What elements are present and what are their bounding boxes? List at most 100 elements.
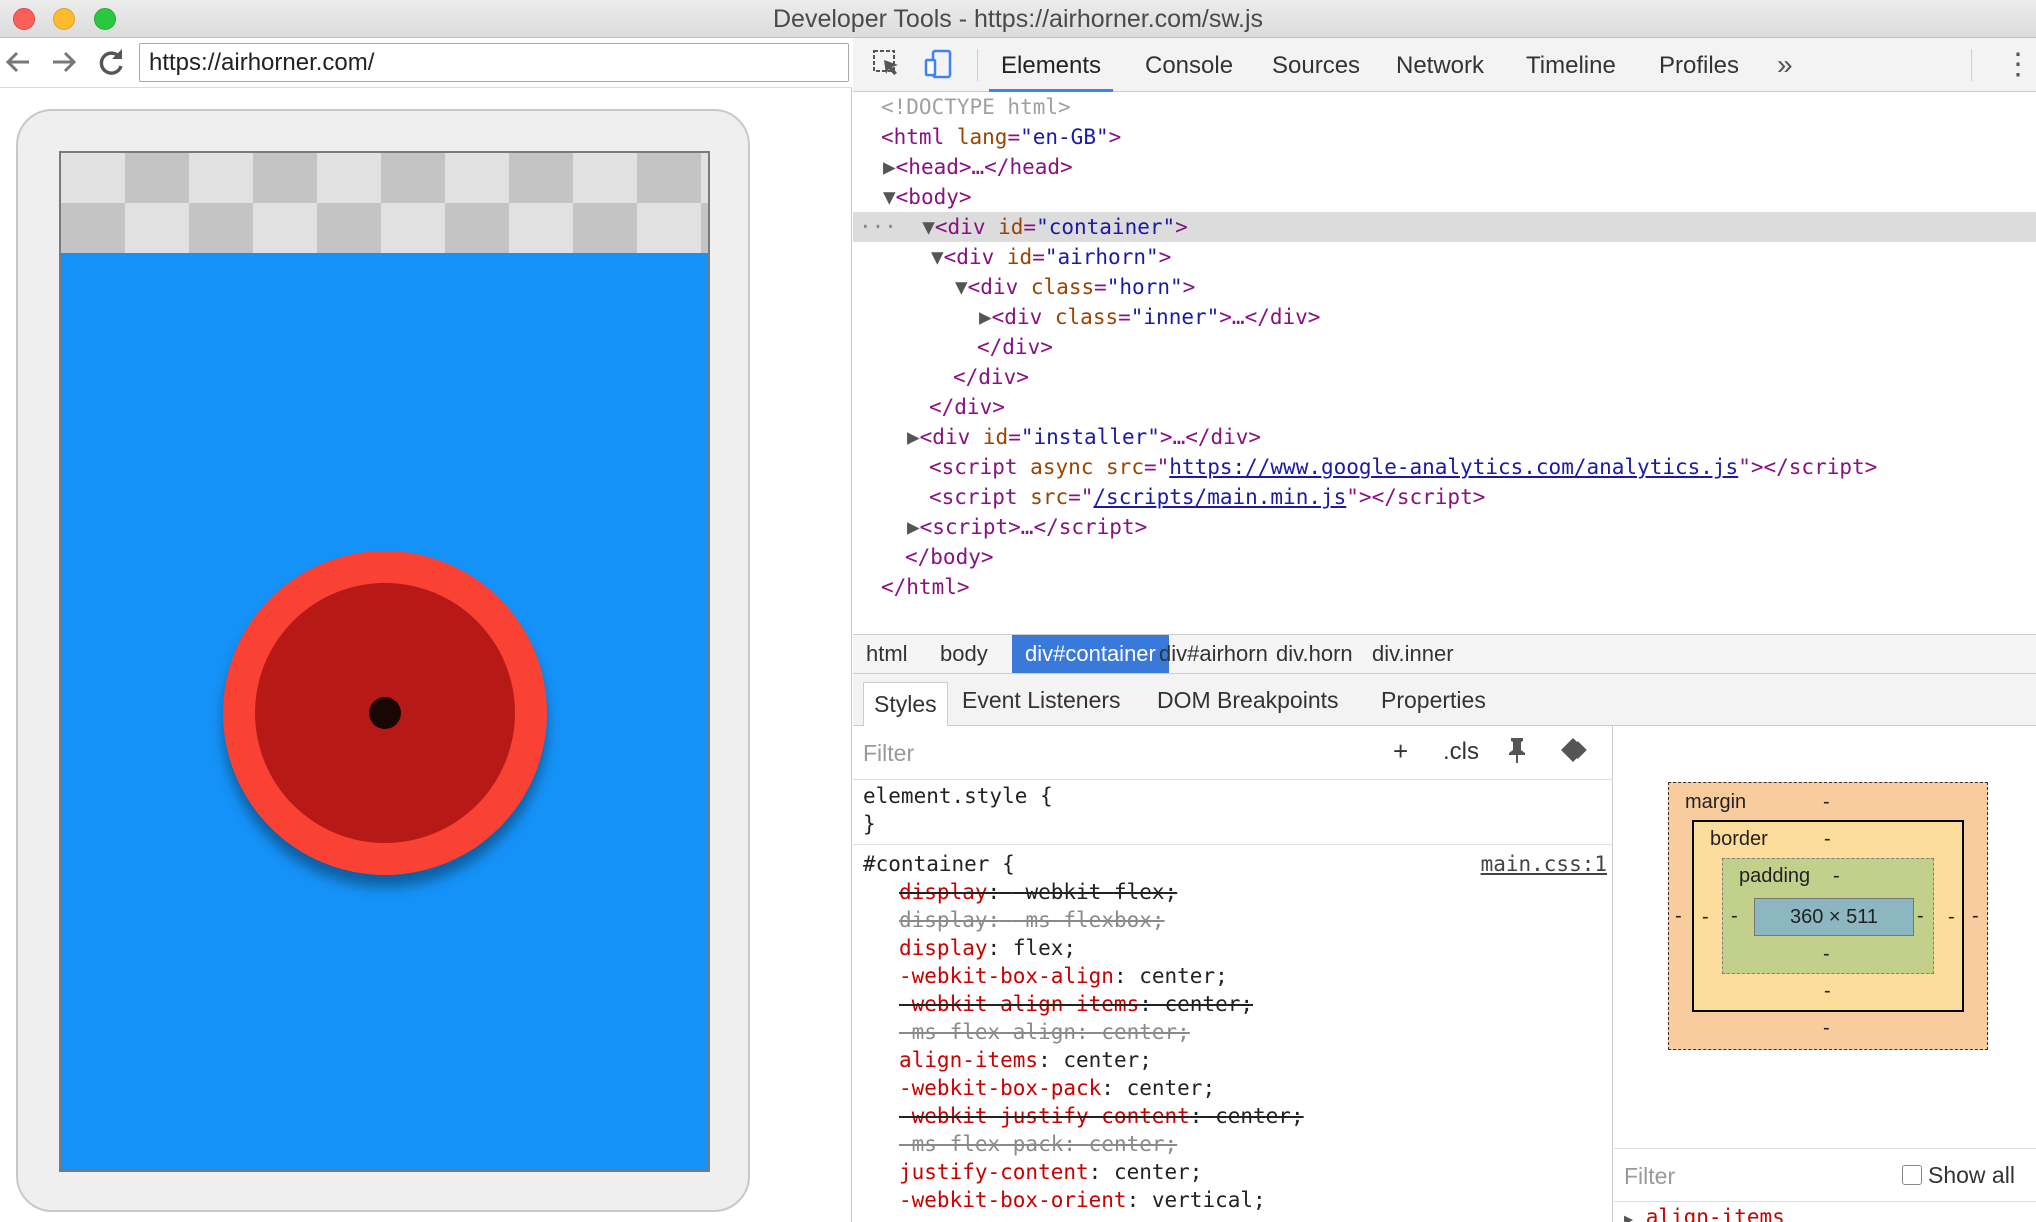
breadcrumb-div-inner[interactable]: div.inner <box>1359 635 1467 673</box>
margin-label: margin <box>1685 791 1747 813</box>
element-state-icon[interactable] <box>1559 736 1591 771</box>
breadcrumb-div-horn[interactable]: div.horn <box>1263 635 1366 673</box>
dom-node-horn[interactable]: ▼<div class="horn"> <box>853 272 2036 302</box>
style-declaration[interactable]: -webkit-box-pack: center; <box>899 1074 1215 1102</box>
computed-filter-row: Filter Show all <box>1614 1148 2036 1202</box>
tab-network[interactable]: Network <box>1396 38 1484 92</box>
margin-bottom-value[interactable]: - <box>1823 1017 1830 1040</box>
style-declaration[interactable]: -webkit-box-orient: vertical; <box>899 1186 1266 1214</box>
show-all-label[interactable]: Show all <box>1928 1162 2015 1189</box>
style-declaration[interactable]: display: -webkit-flex; <box>899 878 1177 906</box>
style-declaration[interactable]: -ms-flex-align: center; <box>899 1018 1190 1046</box>
airhorn-center-dot <box>369 697 401 729</box>
new-rule-button[interactable]: + <box>1393 736 1408 767</box>
reload-button[interactable] <box>93 44 129 80</box>
dom-node-inner[interactable]: ▶<div class="inner">…</div> <box>853 302 2036 332</box>
dom-close-horn[interactable]: </div> <box>853 332 2036 362</box>
style-declaration[interactable]: -webkit-box-align: center; <box>899 962 1228 990</box>
dom-tree[interactable]: <!DOCTYPE html> <html lang="en-GB"> ▶<he… <box>853 92 2036 634</box>
tab-event-listeners[interactable]: Event Listeners <box>952 674 1131 726</box>
window-titlebar: Developer Tools - https://airhorner.com/… <box>0 0 2036 38</box>
style-declaration[interactable]: display: flex; <box>899 934 1076 962</box>
device-frame <box>16 109 750 1212</box>
dom-node-installer[interactable]: ▶<div id="installer">…</div> <box>853 422 2036 452</box>
dom-close-airhorn[interactable]: </div> <box>853 362 2036 392</box>
container-selector[interactable]: #container { <box>863 850 1015 878</box>
forward-button[interactable] <box>46 44 82 80</box>
devtools-menu-icon[interactable]: ⋮ <box>2003 38 2033 92</box>
element-style-selector[interactable]: element.style { <box>863 782 1053 810</box>
devtools-panel: Elements Console Sources Network Timelin… <box>853 38 2036 1222</box>
sidebar-tabs: Styles Event Listeners DOM Breakpoints P… <box>853 674 2036 726</box>
styles-filter-row: Filter + .cls <box>853 726 1613 780</box>
computed-filter-input[interactable]: Filter <box>1624 1163 1675 1190</box>
dom-node-script-analytics[interactable]: <script async src="https://www.google-an… <box>853 452 2036 482</box>
style-declaration[interactable]: -ms-flex-pack: center; <box>899 1130 1177 1158</box>
computed-property-name: align-items <box>1645 1205 1785 1222</box>
styles-filter-input[interactable]: Filter <box>863 740 914 767</box>
tab-console[interactable]: Console <box>1145 38 1233 92</box>
style-declaration[interactable]: -webkit-justify-content: center; <box>899 1102 1304 1130</box>
border-bottom-value[interactable]: - <box>1824 980 1831 1003</box>
breadcrumb-body[interactable]: body <box>927 635 1001 673</box>
computed-property[interactable]: ▶ align-items center <box>1624 1204 1785 1222</box>
border-top-value[interactable]: - <box>1824 828 1831 851</box>
main-script-link[interactable]: /scripts/main.min.js <box>1093 485 1346 509</box>
margin-top-value[interactable]: - <box>1823 791 1830 814</box>
airhorn-button[interactable] <box>223 551 547 875</box>
tab-profiles[interactable]: Profiles <box>1659 38 1739 92</box>
dom-node-airhorn[interactable]: ▼<div id="airhorn"> <box>853 242 2036 272</box>
dom-node-script-main[interactable]: <script src="/scripts/main.min.js"></scr… <box>853 482 2036 512</box>
tab-elements[interactable]: Elements <box>989 38 1114 92</box>
dom-node-body[interactable]: ▼<body> <box>853 182 2036 212</box>
dom-node-script-inline[interactable]: ▶<script>…</script> <box>853 512 2036 542</box>
breadcrumb-div-airhorn[interactable]: div#airhorn <box>1146 635 1281 673</box>
toolbar-divider-right <box>1971 49 1972 81</box>
tab-styles[interactable]: Styles <box>863 682 948 726</box>
stylesheet-source-link[interactable]: main.css:1 <box>1481 850 1607 878</box>
dom-node-doctype[interactable]: <!DOCTYPE html> <box>853 92 2036 122</box>
devtools-toolbar: Elements Console Sources Network Timelin… <box>853 38 2036 92</box>
style-declaration[interactable]: display: -ms-flexbox; <box>899 906 1165 934</box>
border-left-value[interactable]: - <box>1702 906 1709 929</box>
style-rules[interactable]: element.style { } #container { main.css:… <box>853 780 1613 1222</box>
padding-left-value[interactable]: - <box>1731 905 1738 928</box>
style-declaration[interactable]: align-items: center; <box>899 1046 1152 1074</box>
breadcrumb: html body div#container div#airhorn div.… <box>853 634 2036 674</box>
border-label: border <box>1710 828 1768 850</box>
dom-node-container[interactable]: ··· ▼<div id="container"> <box>853 212 2036 242</box>
margin-left-value[interactable]: - <box>1675 905 1682 928</box>
device-mode-icon[interactable] <box>923 48 955 80</box>
border-right-value[interactable]: - <box>1948 906 1955 929</box>
box-model-content-size[interactable]: 360 × 511 <box>1754 898 1914 936</box>
url-input[interactable]: https://airhorner.com/ <box>139 43 849 82</box>
pin-icon[interactable] <box>1505 736 1529 771</box>
class-toggle-button[interactable]: .cls <box>1443 738 1479 766</box>
tab-timeline[interactable]: Timeline <box>1526 38 1616 92</box>
dom-close-body[interactable]: </body> <box>853 542 2036 572</box>
arrow-right-icon <box>53 51 77 73</box>
dom-node-html[interactable]: <html lang="en-GB"> <box>853 122 2036 152</box>
margin-right-value[interactable]: - <box>1972 905 1979 928</box>
dom-close-html[interactable]: </html> <box>853 572 2036 602</box>
reload-icon <box>99 49 123 75</box>
dom-close-container[interactable]: </div> <box>853 392 2036 422</box>
more-tabs-icon[interactable]: » <box>1777 38 1793 92</box>
breadcrumb-html[interactable]: html <box>853 635 921 673</box>
tab-dom-breakpoints[interactable]: DOM Breakpoints <box>1147 674 1349 726</box>
tab-properties[interactable]: Properties <box>1371 674 1496 726</box>
padding-top-value[interactable]: - <box>1833 865 1840 888</box>
style-declaration[interactable]: -webkit-align-items: center; <box>899 990 1253 1018</box>
padding-bottom-value[interactable]: - <box>1823 943 1830 966</box>
padding-right-value[interactable]: - <box>1917 905 1924 928</box>
analytics-script-link[interactable]: https://www.google-analytics.com/analyti… <box>1169 455 1738 479</box>
back-button[interactable] <box>0 44 36 80</box>
window-title: Developer Tools - https://airhorner.com/… <box>772 5 1264 33</box>
device-screen <box>59 151 710 1172</box>
inspect-element-icon[interactable] <box>871 48 903 80</box>
dom-node-head[interactable]: ▶<head>…</head> <box>853 152 2036 182</box>
style-declaration[interactable]: justify-content: center; <box>899 1158 1202 1186</box>
element-style-close: } <box>863 812 876 836</box>
show-all-checkbox[interactable] <box>1902 1165 1922 1185</box>
tab-sources[interactable]: Sources <box>1272 38 1360 92</box>
